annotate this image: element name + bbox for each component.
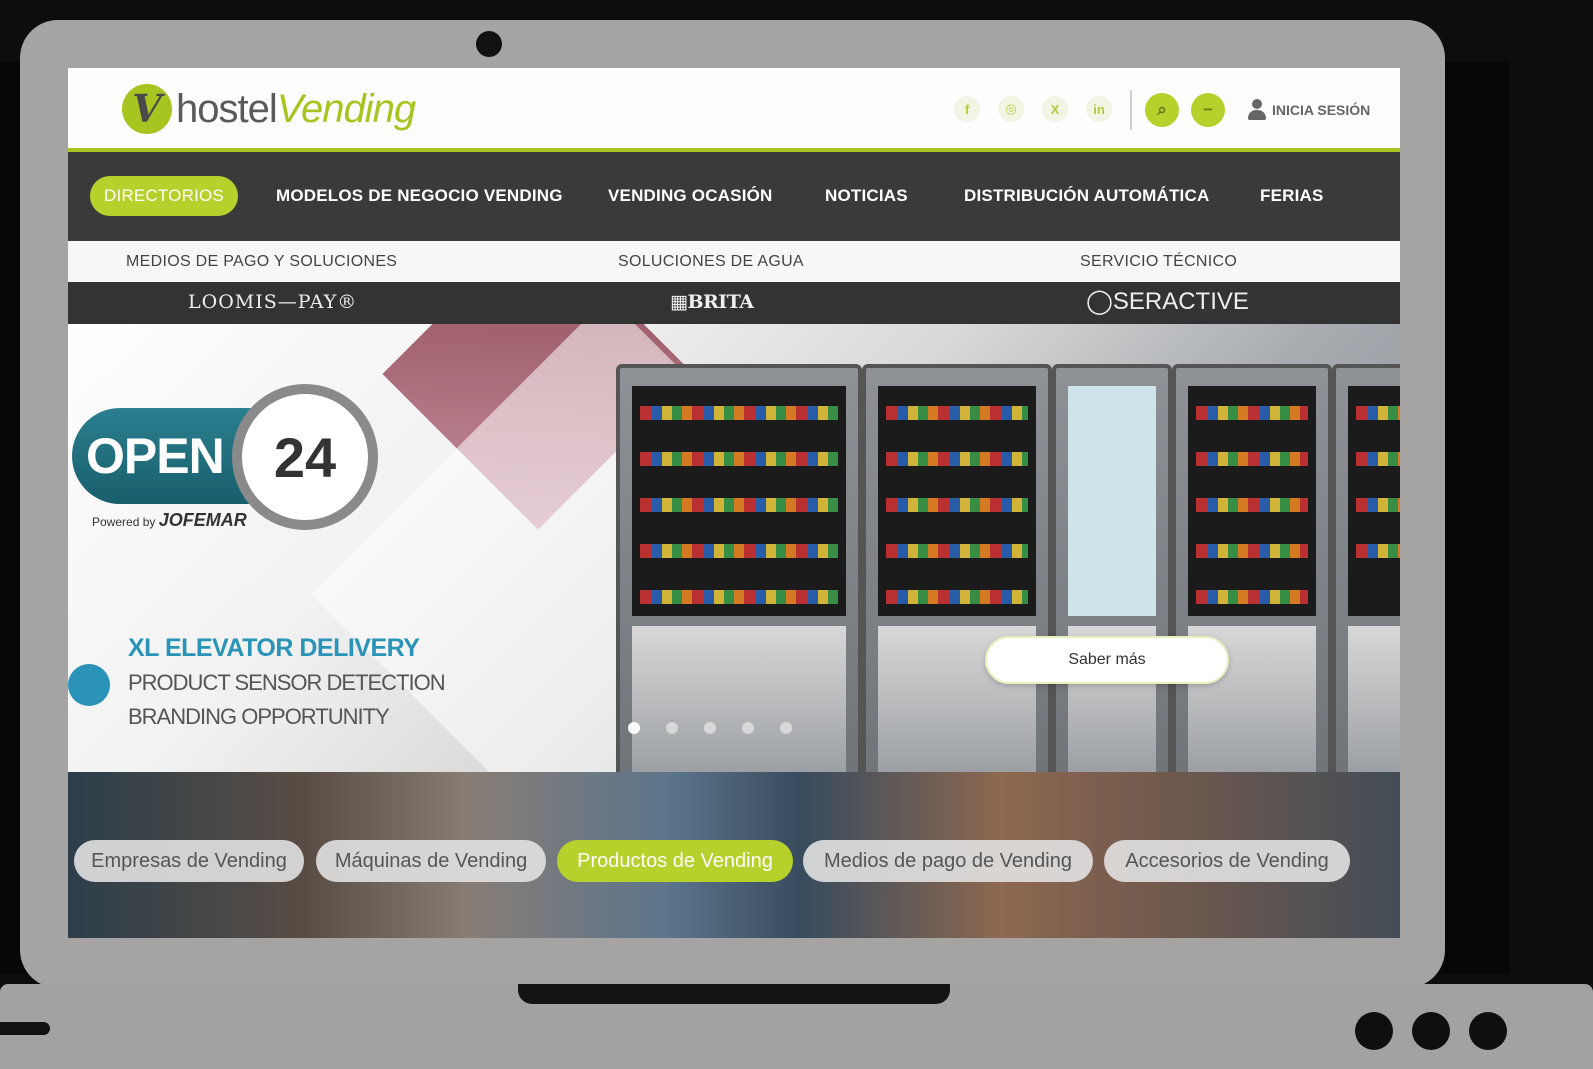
hinge-notch [518, 984, 950, 1004]
nav-item-vending-ocasion[interactable]: VENDING OCASIÓN [608, 186, 773, 206]
hero-banner[interactable]: OPEN 24 Powered by JOFEMAR XL ELEVATOR D… [68, 324, 1400, 772]
category-accesorios[interactable]: Accesorios de Vending [1104, 840, 1350, 882]
vending-machine-image [1332, 364, 1400, 772]
login-button[interactable]: INICIA SESIÓN [1248, 99, 1370, 121]
sponsor-brita[interactable]: ▦BRITA [670, 291, 754, 313]
login-label: INICIA SESIÓN [1272, 102, 1371, 118]
powered-by-label: Powered by JOFEMAR [92, 510, 247, 530]
logo-text: hostelVending [176, 86, 416, 131]
vending-machine-image [862, 364, 1052, 772]
refresh-ring-icon: 24 [232, 384, 378, 530]
vending-machine-image [616, 364, 862, 772]
hero-feature-1: XL ELEVATOR DELIVERY [128, 634, 420, 662]
category-maquinas[interactable]: Máquinas de Vending [316, 840, 546, 882]
sponsor-seractive[interactable]: ◯SERACTIVE [1086, 287, 1249, 316]
hero-feature-3: BRANDING OPPORTUNITY [128, 704, 390, 729]
slider-dot[interactable] [780, 722, 792, 734]
hero-feature-2: PRODUCT SENSOR DETECTION [128, 670, 446, 695]
category-empresas[interactable]: Empresas de Vending [74, 840, 304, 882]
category-medios-pago[interactable]: Medios de pago de Vending [803, 840, 1093, 882]
camera-dot [476, 31, 502, 57]
site-logo[interactable]: V hostelVending [122, 84, 416, 134]
nav-item-noticias[interactable]: NOTICIAS [825, 186, 908, 206]
search-icon[interactable]: ⌕ [1145, 93, 1179, 127]
newsletter-icon[interactable]: − [1191, 93, 1225, 127]
slider-dots [628, 722, 792, 734]
nav-item-directorios[interactable]: DIRECTORIOS [90, 176, 238, 216]
nav-item-ferias[interactable]: FERIAS [1260, 186, 1324, 206]
nav-item-modelos-negocio[interactable]: MODELOS DE NEGOCIO VENDING [276, 186, 563, 206]
open24-logo: OPEN 24 [72, 384, 378, 530]
subnav-item-soluciones-agua[interactable]: SOLUCIONES DE AGUA [618, 253, 804, 271]
site-header: V hostelVending f ◎ X in ⌕ − INICIA SESI… [68, 68, 1400, 152]
category-productos[interactable]: Productos de Vending [557, 840, 793, 882]
browser-screen: V hostelVending f ◎ X in ⌕ − INICIA SESI… [68, 68, 1400, 938]
hero-accent-dot [68, 664, 110, 706]
slider-dot[interactable] [666, 722, 678, 734]
subnav-item-medios-pago[interactable]: MEDIOS DE PAGO Y SOLUCIONES [126, 253, 397, 271]
vending-machine-image [1172, 364, 1332, 772]
base-dot [1355, 1012, 1393, 1050]
base-slot [0, 1022, 50, 1035]
x-icon[interactable]: X [1042, 96, 1068, 122]
subnav-item-servicio-tecnico[interactable]: SERVICIO TÉCNICO [1080, 253, 1237, 271]
user-icon [1248, 99, 1266, 121]
header-divider [1130, 90, 1132, 130]
nav-item-distribucion[interactable]: DISTRIBUCIÓN AUTOMÁTICA [964, 186, 1209, 206]
sponsor-loomis-pay[interactable]: LOOMIS—PAY® [188, 291, 357, 313]
base-dot [1412, 1012, 1450, 1050]
sub-nav: MEDIOS DE PAGO Y SOLUCIONES SOLUCIONES D… [68, 241, 1400, 282]
slider-dot[interactable] [628, 722, 640, 734]
sponsor-bar: LOOMIS—PAY® ▦BRITA ◯SERACTIVE [68, 282, 1400, 324]
instagram-icon[interactable]: ◎ [998, 96, 1024, 122]
main-nav: DIRECTORIOS MODELOS DE NEGOCIO VENDING V… [68, 152, 1400, 241]
saber-mas-button[interactable]: Saber más [985, 636, 1229, 684]
social-links: f ◎ X in [954, 96, 1112, 122]
slider-dot[interactable] [742, 722, 754, 734]
logo-v-icon: V [122, 84, 172, 134]
base-dot [1469, 1012, 1507, 1050]
facebook-icon[interactable]: f [954, 96, 980, 122]
vending-machine-image [1052, 364, 1172, 772]
linkedin-icon[interactable]: in [1086, 96, 1112, 122]
slider-dot[interactable] [704, 722, 716, 734]
category-strip: Empresas de Vending Máquinas de Vending … [68, 772, 1400, 938]
